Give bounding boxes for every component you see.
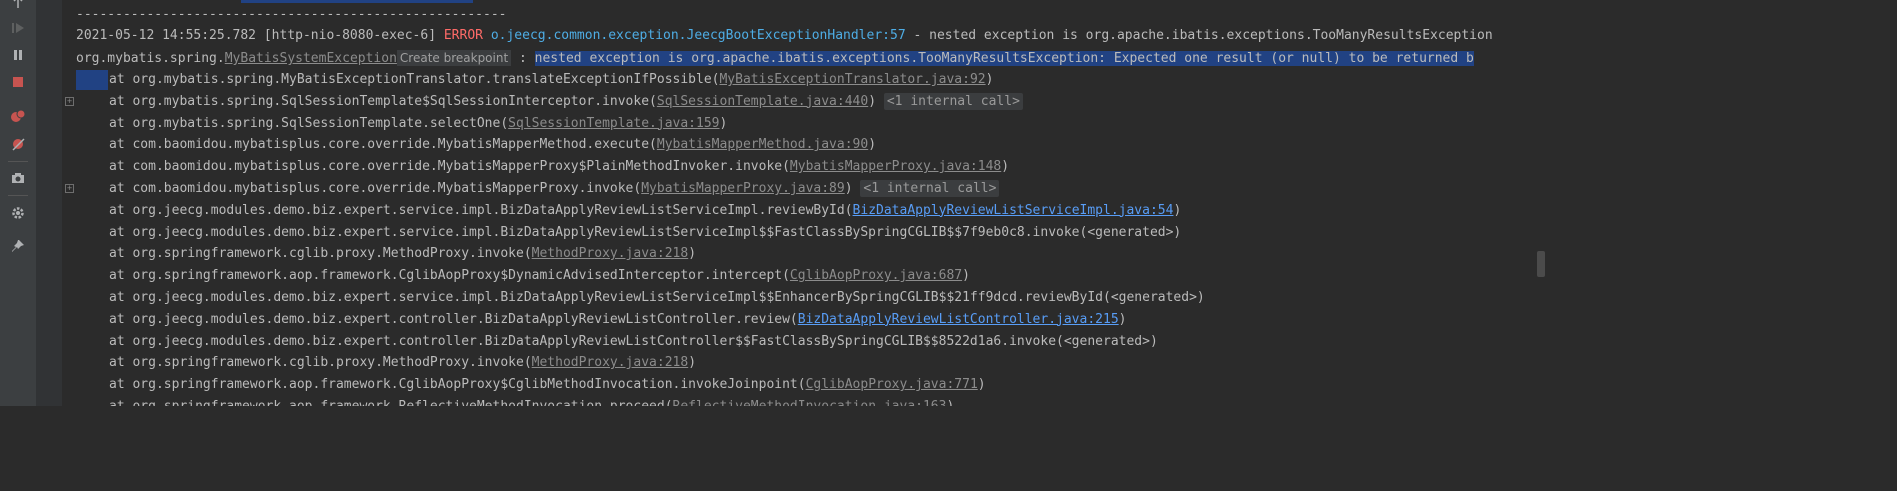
frame-text: at org.jeecg.modules.demo.biz.expert.con… [109, 311, 798, 327]
stack-frame: at org.springframework.cglib.proxy.Metho… [76, 353, 696, 373]
frame-close-paren: ) [977, 377, 986, 393]
scrollbar-thumb[interactable] [1537, 251, 1545, 277]
frame-text: at org.jeecg.modules.demo.biz.expert.ser… [109, 202, 853, 218]
toolbar-separator [8, 195, 28, 196]
frame-text: at org.mybatis.spring.MyBatisExceptionTr… [109, 72, 720, 87]
console-output[interactable]: ----------------------------------------… [76, 0, 1546, 406]
frame-close-paren: ) [985, 72, 994, 87]
frame-source-link[interactable]: CglibAopProxy.java:687 [790, 268, 962, 283]
frame-close-paren: ) [719, 115, 728, 131]
frame-text: at com.baomidou.mybatisplus.core.overrid… [109, 137, 657, 153]
arrow-up-icon[interactable] [7, 0, 29, 12]
pin-icon[interactable] [7, 236, 29, 256]
frame-text: at org.springframework.cglib.proxy.Metho… [109, 246, 532, 262]
frame-text: at org.springframework.aop.framework.Ref… [109, 399, 673, 406]
log-logger-link[interactable]: o.jeecg.common.exception.JeecgBootExcept… [491, 28, 906, 43]
stack-frame: at org.jeecg.modules.demo.biz.expert.con… [76, 332, 1158, 352]
exception-class-link[interactable]: MyBatisSystemException [225, 51, 397, 66]
frame-text: at org.springframework.cglib.proxy.Metho… [109, 355, 532, 371]
scrollbar[interactable] [1548, 0, 1568, 406]
stop-icon[interactable] [7, 72, 29, 92]
exception-line: org.mybatis.spring.MyBatisSystemExceptio… [76, 48, 1474, 68]
frame-close-paren: ) [1001, 159, 1010, 175]
exception-colon: : [511, 51, 535, 66]
frame-source-link[interactable]: MybatisMapperMethod.java:90 [657, 137, 868, 152]
frame-source-link[interactable]: SqlSessionTemplate.java:440 [657, 94, 868, 109]
frame-text: at org.springframework.aop.framework.Cgl… [109, 377, 806, 393]
internal-call-badge[interactable]: <1 internal call> [883, 92, 1023, 110]
frame-text: at org.mybatis.spring.SqlSessionTemplate… [109, 93, 657, 109]
error-log-line: 2021-05-12 14:55:25.782 [http-nio-8080-e… [76, 26, 1493, 46]
frame-source-link[interactable]: MethodProxy.java:218 [532, 246, 689, 261]
frame-source-link[interactable]: MyBatisExceptionTranslator.java:92 [719, 72, 985, 87]
frame-text: at org.jeecg.modules.demo.biz.expert.ser… [109, 224, 1182, 240]
frame-text: at com.baomidou.mybatisplus.core.overrid… [109, 159, 790, 175]
frame-close-paren: ) [868, 93, 877, 109]
stack-frame: at com.baomidou.mybatisplus.core.overrid… [76, 179, 1000, 199]
create-breakpoint-tooltip[interactable]: Create breakpoint [396, 50, 512, 66]
frame-close-paren: ) [844, 181, 853, 196]
exception-prefix: org.mybatis.spring. [76, 51, 225, 66]
fold-toggle[interactable]: + [65, 184, 74, 193]
frame-source-link[interactable]: BizDataApplyReviewListController.java:21… [798, 312, 1119, 327]
frame-text: at org.springframework.aop.framework.Cgl… [109, 268, 790, 284]
stack-frame: at org.jeecg.modules.demo.biz.expert.ser… [76, 288, 1205, 308]
stack-frame: at com.baomidou.mybatisplus.core.overrid… [76, 157, 1009, 177]
frame-text: at org.mybatis.spring.SqlSessionTemplate… [109, 115, 509, 131]
frame-source-link[interactable]: BizDataApplyReviewListServiceImpl.java:5… [853, 203, 1174, 218]
stack-frame: at org.jeecg.modules.demo.biz.expert.ser… [76, 223, 1181, 243]
log-message: - nested exception is org.apache.ibatis.… [905, 28, 1493, 43]
settings-icon[interactable] [7, 203, 29, 223]
frame-close-paren: ) [868, 137, 877, 153]
log-level: ERROR [443, 28, 483, 43]
pause-icon[interactable] [7, 45, 29, 65]
console-toolbar [0, 0, 56, 406]
internal-call-badge[interactable]: <1 internal call> [860, 180, 1000, 197]
frame-close-paren: ) [962, 268, 970, 284]
breakpoints-icon[interactable] [7, 106, 29, 126]
stack-frame: at org.mybatis.spring.MyBatisExceptionTr… [76, 70, 993, 90]
frame-source-link[interactable]: MethodProxy.java:218 [532, 355, 689, 370]
stack-frame: at org.springframework.aop.framework.Ref… [76, 397, 954, 406]
frame-source-link[interactable]: SqlSessionTemplate.java:159 [508, 116, 719, 131]
stack-frame: at org.mybatis.spring.SqlSessionTemplate… [76, 114, 727, 134]
frame-source-link[interactable]: MybatisMapperProxy.java:148 [790, 159, 1001, 174]
log-separator: ----------------------------------------… [76, 7, 507, 22]
stack-frame: at org.mybatis.spring.SqlSessionTemplate… [76, 92, 1023, 112]
frame-close-paren: ) [1173, 202, 1182, 218]
toolbar-separator [8, 161, 28, 162]
stack-frame: at org.springframework.cglib.proxy.Metho… [76, 244, 696, 264]
stack-frame: at org.springframework.aop.framework.Cgl… [76, 266, 970, 286]
console-gutter [36, 0, 62, 406]
mute-breakpoints-icon[interactable] [7, 134, 29, 154]
frame-close-paren: ) [946, 399, 954, 406]
frame-source-link[interactable]: ReflectiveMethodInvocation.java:163 [673, 399, 947, 406]
fold-toggle[interactable]: + [65, 97, 74, 106]
frame-close-paren: ) [1118, 311, 1127, 327]
camera-icon[interactable] [7, 168, 29, 188]
stack-frame: at org.springframework.aop.framework.Cgl… [76, 375, 986, 395]
frame-close-paren: ) [688, 246, 697, 262]
exception-message: nested exception is org.apache.ibatis.ex… [534, 51, 1474, 66]
stack-frame: at com.baomidou.mybatisplus.core.overrid… [76, 135, 876, 155]
log-timestamp: 2021-05-12 14:55:25.782 [76, 28, 257, 43]
frame-close-paren: ) [688, 355, 697, 371]
log-thread: [http-nio-8080-exec-6] [263, 28, 437, 43]
frame-source-link[interactable]: MybatisMapperProxy.java:89 [641, 181, 845, 196]
frame-text: at org.jeecg.modules.demo.biz.expert.ser… [109, 290, 1205, 305]
stack-frame: at org.jeecg.modules.demo.biz.expert.ser… [76, 201, 1181, 221]
frame-source-link[interactable]: CglibAopProxy.java:771 [806, 377, 978, 392]
resume-icon[interactable] [7, 18, 29, 38]
frame-text: at com.baomidou.mybatisplus.core.overrid… [109, 181, 642, 196]
frame-text: at org.jeecg.modules.demo.biz.expert.con… [109, 333, 1158, 349]
stack-frame: at org.jeecg.modules.demo.biz.expert.con… [76, 310, 1126, 330]
